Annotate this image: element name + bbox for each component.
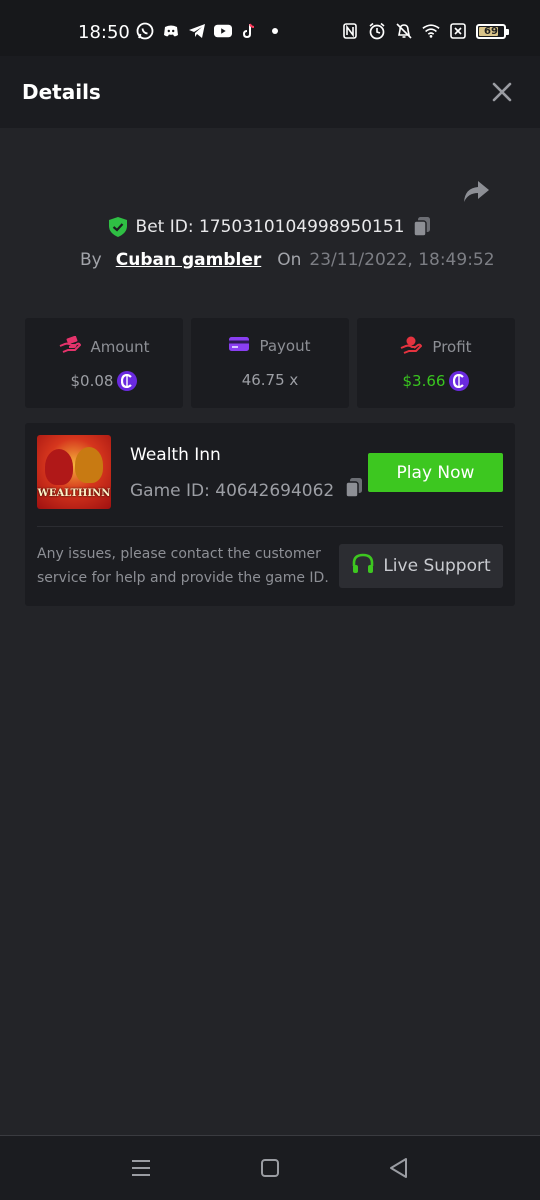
- bet-date: 23/11/2022, 18:49:52: [309, 250, 495, 270]
- live-support-button[interactable]: Live Support: [339, 544, 503, 588]
- share-icon[interactable]: [461, 178, 491, 206]
- profit-header: Profit: [357, 336, 515, 358]
- amount-value: $0.08: [70, 372, 114, 390]
- bet-meta-row: By Cuban gambler On 23/11/2022, 18:49:52: [80, 250, 495, 270]
- copy-bet-id-icon[interactable]: [412, 216, 432, 238]
- nfc-icon: [341, 22, 359, 40]
- copy-game-id-icon[interactable]: [344, 477, 364, 504]
- home-icon[interactable]: [258, 1156, 282, 1180]
- payout-label: Payout: [259, 337, 311, 355]
- amount-header: Amount: [25, 335, 183, 358]
- divider: [37, 526, 503, 527]
- coin-icon: [449, 371, 470, 391]
- bell-off-icon: [395, 22, 413, 40]
- menu-icon[interactable]: [129, 1156, 153, 1180]
- amount-value-row: $0.08: [25, 371, 183, 391]
- profit-value-row: $3.66: [357, 371, 515, 391]
- by-label: By: [80, 250, 102, 270]
- back-icon[interactable]: [387, 1156, 411, 1180]
- payout-header: Payout: [191, 336, 349, 356]
- money-hand-icon: [59, 335, 81, 358]
- status-time: 18:50: [78, 22, 130, 43]
- profit-label: Profit: [432, 338, 472, 356]
- status-bar: 18:50 69: [0, 0, 540, 56]
- tiktok-icon: [240, 22, 258, 40]
- issue-text: Any issues, please contact the customer …: [37, 546, 329, 586]
- dot-icon: [272, 28, 278, 34]
- thumb-logo: WEALTHINN: [37, 488, 111, 499]
- payout-card: Payout 46.75 x: [191, 318, 349, 408]
- user-link[interactable]: Cuban gambler: [116, 250, 262, 270]
- payout-value-row: 46.75 x: [191, 371, 349, 389]
- alarm-icon: [368, 22, 386, 40]
- amount-label: Amount: [90, 338, 150, 356]
- system-icons: 69: [341, 22, 509, 40]
- details-header: Details: [0, 56, 540, 128]
- card-icon: [229, 336, 250, 356]
- sim-off-icon: [449, 22, 467, 40]
- on-label: On: [277, 250, 302, 270]
- verified-shield-icon: [108, 216, 128, 238]
- close-icon[interactable]: [490, 80, 514, 104]
- bet-id: Bet ID: 1750310104998950151: [135, 217, 405, 237]
- live-support-label: Live Support: [383, 556, 491, 576]
- profit-value: $3.66: [402, 372, 446, 390]
- profit-hand-icon: [400, 336, 423, 358]
- coin-icon: [117, 371, 138, 391]
- battery-icon: 69: [476, 23, 509, 39]
- page-title: Details: [22, 80, 101, 104]
- system-nav-bar: [0, 1135, 540, 1200]
- telegram-icon: [188, 22, 206, 40]
- youtube-icon: [214, 22, 232, 40]
- whatsapp-icon: [136, 22, 154, 40]
- wifi-icon: [422, 22, 440, 40]
- payout-value: 46.75 x: [241, 371, 299, 389]
- game-name: Wealth Inn: [130, 445, 221, 465]
- game-id-row: Game ID: 40642694062: [130, 477, 364, 504]
- bet-id-row: Bet ID: 1750310104998950151: [0, 216, 540, 238]
- amount-card: Amount $0.08: [25, 318, 183, 408]
- game-thumbnail[interactable]: WEALTHINN: [37, 435, 111, 509]
- headset-icon: [351, 552, 375, 581]
- profit-card: Profit $3.66: [357, 318, 515, 408]
- discord-icon: [162, 22, 180, 40]
- thumb-figure-right: [75, 447, 103, 483]
- game-id: Game ID: 40642694062: [130, 480, 335, 501]
- thumb-figure-left: [45, 449, 73, 485]
- game-panel: WEALTHINN Wealth Inn Game ID: 4064269406…: [25, 423, 515, 606]
- play-now-button[interactable]: Play Now: [368, 453, 503, 492]
- battery-level: 69: [484, 25, 498, 37]
- notification-icons: [136, 22, 278, 40]
